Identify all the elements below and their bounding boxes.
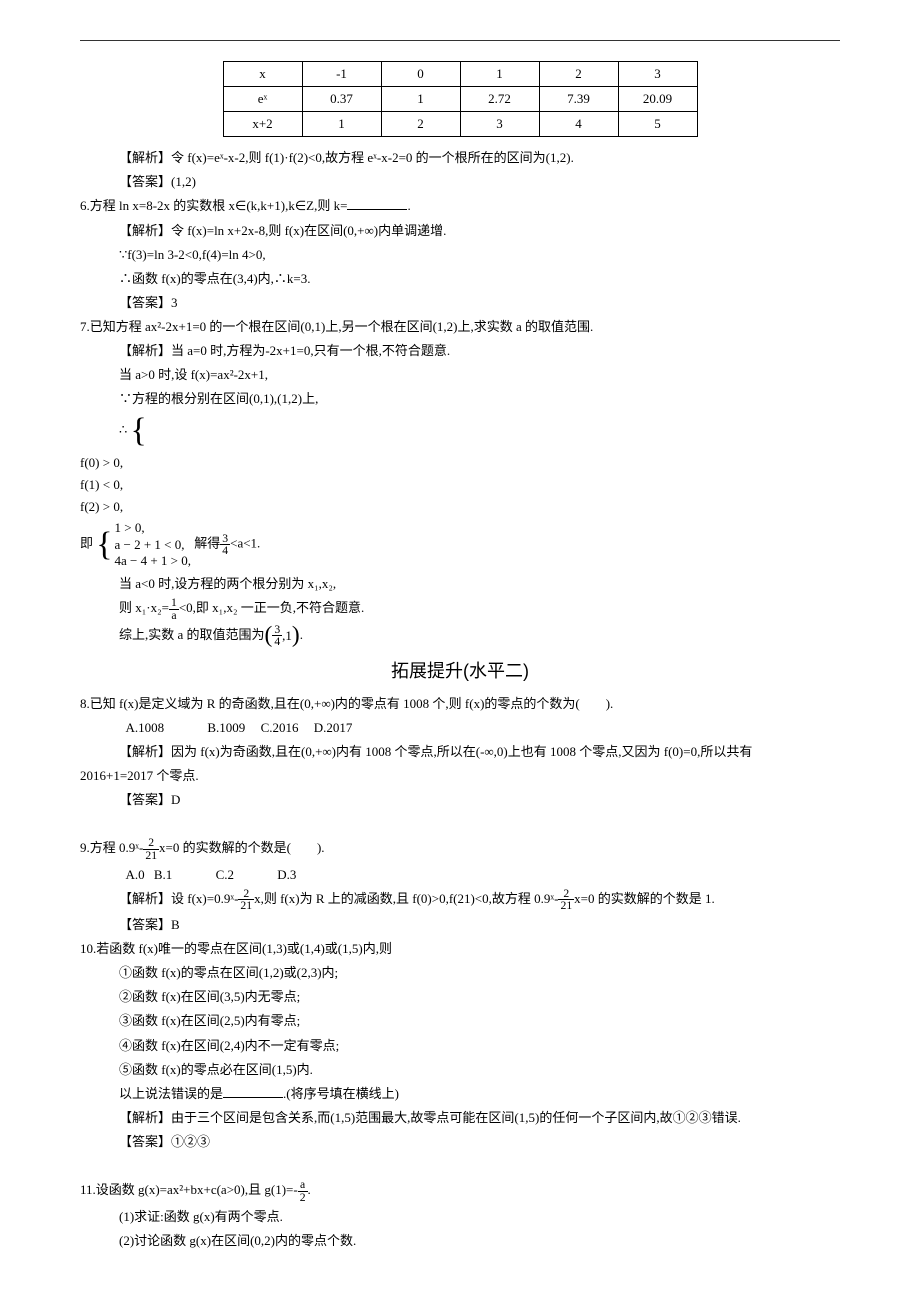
- q6-stem: 6.方程 ln x=8-2x 的实数根 x∈(k,k+1),k∈Z,则 k=.: [80, 195, 840, 217]
- brace2-a: 1 > 0,: [115, 520, 192, 536]
- q8-analysis-1: 【解析】因为 f(x)为奇函数,且在(0,+∞)内有 1008 个零点,所以在(…: [119, 741, 840, 763]
- q9-options: A.0 B.1 C.2 D.3: [126, 864, 841, 886]
- brace-tail-1: 解得: [194, 536, 220, 551]
- q9-stem-a: 9.方程 0.9ˣ-: [80, 840, 143, 855]
- brace-tail-2: <a<1.: [230, 536, 260, 551]
- q7-line-7: 综上,实数 a 的取值范围为(34,1).: [119, 624, 840, 648]
- q11-stem-b: .: [308, 1182, 311, 1197]
- fraction-2-21-b: 221: [238, 888, 254, 912]
- brace1-a: f(0) > 0,: [80, 452, 840, 474]
- q10-s1: ①函数 f(x)的零点在区间(1,2)或(2,3)内;: [119, 962, 840, 984]
- q7-l7c: .: [300, 627, 303, 642]
- brace-block-1: {: [131, 414, 149, 448]
- q7-l6b: <0,即 x₁,x₂ 一正一负,不符合题意.: [179, 600, 364, 615]
- q7-l7a: 综上,实数 a 的取值范围为: [119, 627, 265, 642]
- q7-line-1: 【解析】当 a=0 时,方程为-2x+1=0,只有一个根,不符合题意.: [119, 340, 840, 362]
- q7-line-6: 则 x₁·x₂=1a<0,即 x₁,x₂ 一正一负,不符合题意.: [119, 597, 840, 621]
- q9-ana-a: 【解析】设 f(x)=0.9ˣ-: [119, 891, 238, 906]
- q5-answer: 【答案】(1,2): [119, 171, 840, 193]
- q10-s5: ⑤函数 f(x)的零点必在区间(1,5)内.: [119, 1059, 840, 1081]
- q10-s4: ④函数 f(x)在区间(2,4)内不一定有零点;: [119, 1035, 840, 1057]
- q11-part-2: (2)讨论函数 g(x)在区间(0,2)内的零点个数.: [119, 1230, 840, 1252]
- q8-opt-b: B.1009: [207, 717, 245, 739]
- row-label: x+2: [223, 112, 302, 137]
- brace-icon: {: [131, 414, 147, 448]
- q9-stem: 9.方程 0.9ˣ-221x=0 的实数解的个数是( ).: [80, 837, 840, 861]
- q7-line-5: 当 a<0 时,设方程的两个根分别为 x₁,x₂,: [119, 573, 840, 595]
- q5-analysis: 【解析】令 f(x)=eˣ-x-2,则 f(1)·f(2)<0,故方程 eˣ-x…: [119, 147, 840, 169]
- fraction-3-4: 34: [220, 533, 230, 557]
- q8-answer: 【答案】D: [119, 789, 840, 811]
- table-row: x -1 0 1 2 3: [223, 62, 697, 87]
- brace2-b: a − 2 + 1 < 0,: [115, 537, 192, 553]
- q6-analysis-2: ∵f(3)=ln 3-2<0,f(4)=ln 4>0,: [119, 244, 840, 266]
- q9-answer: 【答案】B: [119, 914, 840, 936]
- brace1-c: f(2) > 0,: [80, 496, 840, 518]
- q10-s3: ③函数 f(x)在区间(2,5)内有零点;: [119, 1010, 840, 1032]
- q8-opt-d: D.2017: [314, 717, 353, 739]
- q9-opt-b: B.1: [154, 864, 172, 886]
- q9-stem-b: x=0 的实数解的个数是( ).: [159, 840, 325, 855]
- brace-mid: 即: [80, 536, 93, 551]
- page-top-rule: [80, 40, 840, 41]
- row-label: x: [223, 62, 302, 87]
- interval-paren: (34,1): [265, 624, 300, 648]
- fraction-2-21: 221: [143, 837, 159, 861]
- blank: [223, 1085, 283, 1098]
- q10-answer: 【答案】①②③: [119, 1131, 840, 1153]
- brace-lead: ∴: [119, 422, 127, 437]
- q7-line-2: 当 a>0 时,设 f(x)=ax²-2x+1,: [119, 364, 840, 386]
- brace-block-2: { 1 > 0, a − 2 + 1 < 0, 4a − 4 + 1 > 0,: [96, 520, 191, 569]
- q10-stem: 10.若函数 f(x)唯一的零点在区间(1,3)或(1,4)或(1,5)内,则: [80, 938, 840, 960]
- q10-tail: 以上说法错误的是 .(将序号填在横线上): [119, 1083, 840, 1105]
- q7-stem: 7.已知方程 ax²-2x+1=0 的一个根在区间(0,1)上,另一个根在区间(…: [80, 316, 840, 338]
- q10-analysis: 【解析】由于三个区间是包含关系,而(1,5)范围最大,故零点可能在区间(1,5)…: [119, 1107, 840, 1129]
- q6-stem-tail: .: [407, 198, 410, 213]
- fraction-3-4-b: 34: [272, 624, 282, 648]
- q11-part-1: (1)求证:函数 g(x)有两个零点.: [119, 1206, 840, 1228]
- q6-analysis-3: ∴函数 f(x)的零点在(3,4)内,∴k=3.: [119, 268, 840, 290]
- table-row: eˣ 0.37 1 2.72 7.39 20.09: [223, 87, 697, 112]
- q7-line-3: ∵方程的根分别在区间(0,1),(1,2)上,: [119, 388, 840, 410]
- q11-stem: 11.设函数 g(x)=ax²+bx+c(a>0),且 g(1)=-a2.: [80, 1179, 840, 1203]
- brace1-b: f(1) < 0,: [80, 474, 840, 496]
- fraction-1-a: 1a: [169, 597, 179, 621]
- value-table: x -1 0 1 2 3 eˣ 0.37 1 2.72 7.39 20.09 x…: [223, 61, 698, 137]
- q10-tail-b: .(将序号填在横线上): [283, 1086, 399, 1101]
- q9-ana-c: x=0 的实数解的个数是 1.: [574, 891, 715, 906]
- q8-opt-c: C.2016: [261, 717, 299, 739]
- fraction-2-21-c: 221: [558, 888, 574, 912]
- row-label: eˣ: [223, 87, 302, 112]
- q9-ana-b: x,则 f(x)为 R 上的减函数,且 f(0)>0,f(21)<0,故方程 0…: [254, 891, 558, 906]
- blank: [347, 198, 407, 211]
- q9-opt-c: C.2: [216, 864, 234, 886]
- table-row: x+2 1 2 3 4 5: [223, 112, 697, 137]
- q7-l7b: ,1: [282, 625, 292, 647]
- q6-stem-text: 6.方程 ln x=8-2x 的实数根 x∈(k,k+1),k∈Z,则 k=: [80, 198, 347, 213]
- section-title: 拓展提升(水平二): [80, 656, 840, 687]
- fraction-a-2: a2: [298, 1179, 308, 1203]
- q9-opt-d: D.3: [277, 864, 296, 886]
- q6-analysis-1: 【解析】令 f(x)=ln x+2x-8,则 f(x)在区间(0,+∞)内单调递…: [119, 220, 840, 242]
- q6-answer: 【答案】3: [119, 292, 840, 314]
- q10-s2: ②函数 f(x)在区间(3,5)内无零点;: [119, 986, 840, 1008]
- q8-analysis-2: 2016+1=2017 个零点.: [80, 765, 840, 787]
- q9-opt-a: A.0: [126, 864, 145, 886]
- q9-analysis: 【解析】设 f(x)=0.9ˣ-221x,则 f(x)为 R 上的减函数,且 f…: [119, 888, 840, 912]
- q10-tail-a: 以上说法错误的是: [119, 1086, 223, 1101]
- q8-stem: 8.已知 f(x)是定义域为 R 的奇函数,且在(0,+∞)内的零点有 1008…: [80, 693, 840, 715]
- q7-brace-line: ∴ {: [119, 412, 840, 450]
- q8-opt-a: A.1008: [126, 717, 165, 739]
- q8-options: A.1008 B.1009 C.2016 D.2017: [126, 717, 841, 739]
- q7-l6a: 则 x₁·x₂=: [119, 600, 169, 615]
- brace2-c: 4a − 4 + 1 > 0,: [115, 553, 192, 569]
- q11-stem-a: 11.设函数 g(x)=ax²+bx+c(a>0),且 g(1)=-: [80, 1182, 298, 1197]
- brace-icon: {: [96, 528, 112, 562]
